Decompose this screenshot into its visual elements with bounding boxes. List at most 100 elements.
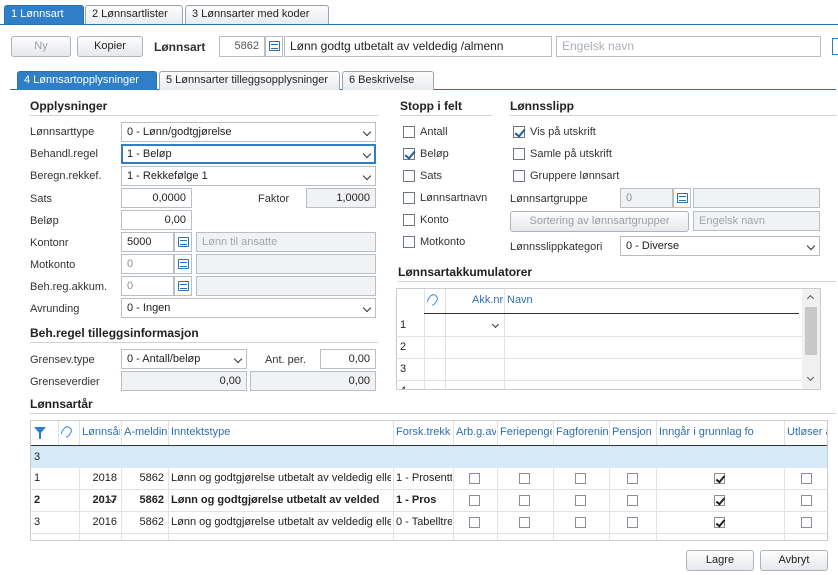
lonnsarar-col-divider	[168, 421, 169, 540]
lonnsslipp-checkbox-label: Gruppere lønnsart	[530, 170, 620, 182]
lonnsartgruppe-lookup-icon[interactable]	[673, 188, 691, 208]
lonnsarar-checkbox[interactable]	[801, 473, 812, 484]
scroll-down-icon[interactable]	[806, 373, 815, 382]
grensev-type-select[interactable]: 0 - Antall/beløp	[121, 349, 247, 369]
lonnsarar-checkbox[interactable]	[801, 495, 812, 506]
lonnsarar-checkbox[interactable]	[575, 517, 586, 528]
new-button[interactable]: Ny	[11, 36, 71, 57]
tab-beskrivelse[interactable]: 6 Beskrivelse	[342, 71, 434, 90]
lonnsarar-col-header[interactable]: Lønnsår	[82, 422, 120, 442]
akk-row-number: 4	[400, 381, 406, 389]
stopp-divider	[400, 115, 492, 116]
lonnsarar-checkbox[interactable]	[714, 473, 725, 484]
copy-button[interactable]: Kopier	[77, 36, 143, 57]
stopp-checkbox-label: Konto	[420, 214, 449, 226]
scroll-thumb[interactable]	[805, 307, 817, 355]
beh-reg-akkum-field[interactable]: 0	[121, 276, 174, 296]
akkumulatorer-grid[interactable]: Akk.nr Navn 1 2 3 4	[396, 288, 821, 390]
lonnsarttype-select[interactable]: 0 - Lønn/godtgjørelse	[121, 122, 376, 142]
lonnsarar-col-header[interactable]: Forsk.trekk	[396, 422, 452, 442]
kontonr-lookup-icon[interactable]	[174, 232, 192, 252]
stopp-checkbox[interactable]	[403, 192, 415, 204]
belop-field[interactable]: 0,00	[121, 210, 192, 230]
tab-lonnsartopplysninger[interactable]: 4 Lønnsartopplysninger	[17, 71, 157, 90]
stopp-checkbox-label: Motkonto	[420, 236, 466, 248]
beh-reg-akkum-lookup-icon[interactable]	[174, 276, 192, 296]
motkonto-field[interactable]: 0	[121, 254, 174, 274]
lonnsarar-col-header[interactable]: Feriepenge	[500, 422, 552, 442]
lonnsarar-checkbox[interactable]	[627, 473, 638, 484]
akk-row-line	[397, 336, 802, 337]
lonnsarar-checkbox[interactable]	[469, 473, 480, 484]
lagre-button[interactable]: Lagre	[686, 550, 754, 571]
lonnsarar-forsk-trekk: 0 - Tabelltre	[396, 516, 452, 528]
lonnsarar-checkbox[interactable]	[469, 495, 480, 506]
akk-col-akknr[interactable]: Akk.nr	[472, 290, 503, 310]
top-tab-bar	[0, 24, 838, 25]
tab-lonnsart[interactable]: 1 Lønnsart	[4, 5, 84, 24]
lonnsart-name-field[interactable]: Lønn godtg utbetalt av veldedig /almenn	[284, 36, 552, 57]
lonnsarar-checkbox[interactable]	[519, 517, 530, 528]
motkonto-name-field	[196, 254, 376, 274]
lonnsarar-col-header[interactable]: Fagforenin	[556, 422, 608, 442]
attachment-icon[interactable]	[59, 424, 74, 440]
avbryt-button[interactable]: Avbryt	[760, 550, 828, 571]
english-name-field[interactable]: Engelsk navn	[556, 36, 821, 57]
lonnsarar-col-header[interactable]: Utløser arb.g.av	[787, 422, 827, 442]
ant-per-label: Ant. per.	[265, 354, 306, 366]
stopp-checkbox[interactable]	[403, 170, 415, 182]
chevron-down-icon[interactable]	[491, 320, 500, 329]
lonnsarar-col-header[interactable]: Inntektstype	[171, 422, 392, 442]
lonnsarar-checkbox[interactable]	[575, 473, 586, 484]
lonnsslipp-checkbox[interactable]	[513, 170, 525, 182]
lonnsslippkategori-select[interactable]: 0 - Diverse	[620, 236, 820, 256]
scroll-up-icon[interactable]	[806, 294, 815, 303]
attachment-icon[interactable]	[425, 292, 440, 308]
ant-per-field[interactable]: 0,00	[320, 349, 376, 369]
lonnsarar-col-header[interactable]: A-meldin	[124, 422, 167, 442]
lonnsart-code-field[interactable]: 5862	[219, 36, 265, 57]
akk-row-number: 2	[400, 341, 407, 353]
beregn-rekkef-select[interactable]: 1 - Rekkefølge 1	[121, 166, 376, 186]
akk-col-divider	[504, 289, 505, 389]
stopp-checkbox-label: Lønnsartnavn	[420, 192, 488, 204]
stopp-checkbox[interactable]	[403, 214, 415, 226]
lonnsarar-checkbox[interactable]	[575, 495, 586, 506]
lonnsarar-checkbox[interactable]	[627, 517, 638, 528]
lonnsarar-checkbox[interactable]	[714, 495, 725, 506]
tab-lonnsarter-tilleggsopplysninger[interactable]: 5 Lønnsarter tilleggsopplysninger	[159, 71, 340, 90]
lonnsslipp-checkbox[interactable]	[513, 126, 525, 138]
stopp-checkbox[interactable]	[403, 236, 415, 248]
akk-scrollbar[interactable]	[802, 289, 820, 389]
lonnsarar-grid[interactable]: Lønnsår A-meldin Inntektstype Forsk.trekk Ar…	[30, 420, 828, 541]
sats-label: Sats	[30, 193, 53, 205]
lonnsarar-checkbox[interactable]	[519, 473, 530, 484]
sats-field[interactable]: 0,0000	[121, 188, 192, 208]
tab-lonnsartlister[interactable]: 2 Lønnsartlister	[85, 5, 183, 24]
lonnsarar-col-header[interactable]: Pensjon	[612, 422, 655, 442]
akk-col-navn[interactable]: Navn	[507, 290, 533, 310]
avrunding-select[interactable]: 0 - Ingen	[121, 298, 376, 318]
stopp-checkbox[interactable]	[403, 148, 415, 160]
lonnsarar-checkbox[interactable]	[519, 495, 530, 506]
lonnsslippkategori-label: Lønnsslippkategori	[510, 241, 603, 253]
tab-lonnsarter-med-koder[interactable]: 3 Lønnsarter med koder	[185, 5, 329, 24]
lonnsarar-col-header[interactable]: Arb.g.av	[456, 422, 496, 442]
stopp-checkbox[interactable]	[403, 126, 415, 138]
lonnsarar-year[interactable]: 2018	[79, 468, 117, 488]
lonnsart-lookup-icon[interactable]	[265, 36, 283, 57]
lonnsarar-inntektstype: Lønn og godtgjørelse utbetalt av velded	[171, 494, 380, 506]
lonnsarar-checkbox[interactable]	[627, 495, 638, 506]
lonnsarar-row-number: 3	[34, 516, 41, 528]
lonnsslipp-checkbox[interactable]	[513, 148, 525, 160]
lonnsarar-checkbox[interactable]	[469, 517, 480, 528]
lonnsarar-checkbox[interactable]	[714, 517, 725, 528]
motkonto-lookup-icon[interactable]	[174, 254, 192, 274]
lonnsarar-year[interactable]: 2016	[79, 512, 117, 532]
chevron-down-icon	[362, 171, 372, 181]
kontonr-field[interactable]: 5000	[121, 232, 174, 252]
lonnsarar-checkbox[interactable]	[801, 517, 812, 528]
sortering-button[interactable]: Sortering av lønnsartgrupper	[510, 211, 689, 232]
lonnsarar-col-header[interactable]: Inngår i grunnlag fo	[659, 422, 783, 442]
behandl-regel-select[interactable]: 1 - Beløp	[121, 144, 376, 164]
